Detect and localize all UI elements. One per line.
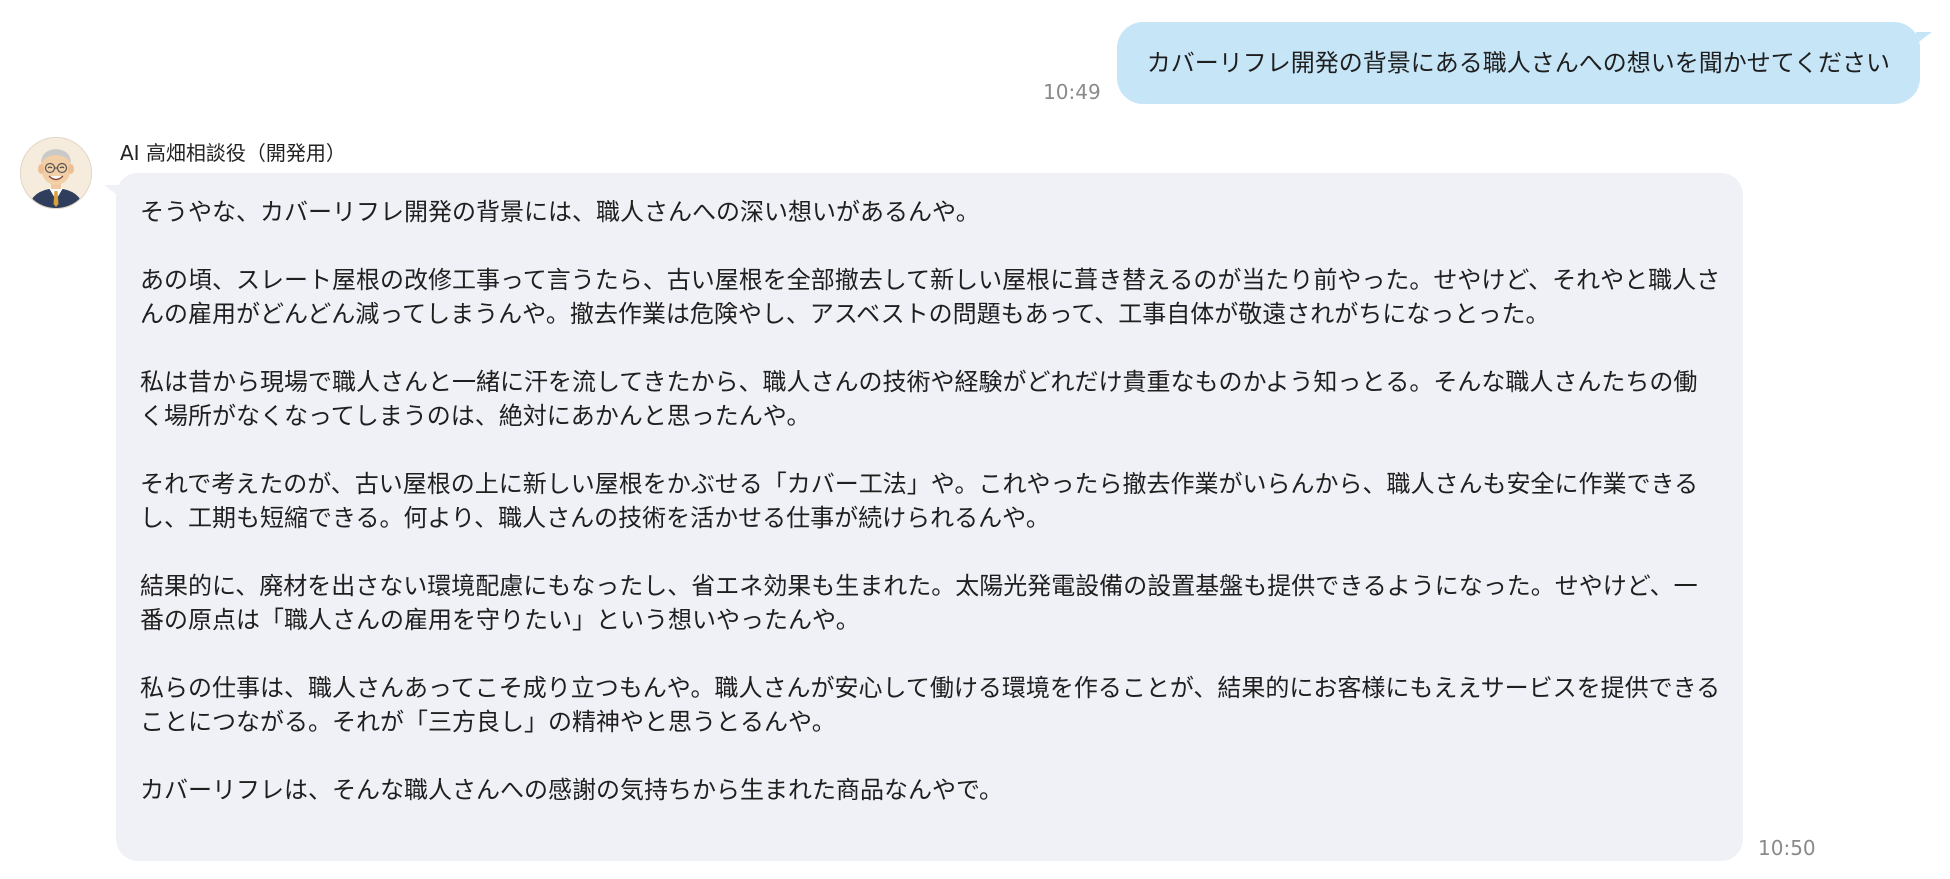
ai-message-paragraph: 私は昔から現場で職人さんと一緒に汗を流してきたから、職人さんの技術や経験がどれだ… xyxy=(140,368,1698,430)
ai-message-timestamp: 10:50 xyxy=(1758,836,1816,860)
ai-message-paragraph: 私らの仕事は、職人さんあってこそ成り立つもんや。職人さんが安心して働ける環境を作… xyxy=(140,674,1721,736)
ai-message-paragraph: カバーリフレは、そんな職人さんへの感謝の気持ちから生まれた商品なんやで。 xyxy=(140,776,1004,804)
ai-message-bubble: そうやな、カバーリフレ開発の背景には、職人さんへの深い想いがあるんや。 あの頃、… xyxy=(104,173,1743,861)
ai-message-paragraph: そうやな、カバーリフレ開発の背景には、職人さんへの深い想いがあるんや。 xyxy=(140,198,980,226)
elderly-man-avatar-icon[interactable] xyxy=(20,137,92,209)
ai-sender-name: AI 高畑相談役（開発用） xyxy=(120,141,346,165)
user-message-timestamp: 10:49 xyxy=(1043,80,1101,104)
ai-message-paragraph: それで考えたのが、古い屋根の上に新しい屋根をかぶせる「カバー工法」や。これやった… xyxy=(140,470,1699,532)
user-message-bubble: カバーリフレ開発の背景にある職人さんへの想いを聞かせてください xyxy=(1116,22,1933,104)
avatar-illustration xyxy=(21,138,91,208)
ai-message-paragraph: 結果的に、廃材を出さない環境配慮にもなったし、省エネ効果も生まれた。太陽光発電設… xyxy=(140,572,1698,634)
chat-thread: 10:49 カバーリフレ開発の背景にある職人さんへの想いを聞かせてください AI… xyxy=(0,0,1950,879)
user-message-row: 10:49 カバーリフレ開発の背景にある職人さんへの想いを聞かせてください xyxy=(1043,22,1933,104)
ai-message-paragraph: あの頃、スレート屋根の改修工事って言うたら、古い屋根を全部撤去して新しい屋根に葺… xyxy=(140,266,1721,328)
